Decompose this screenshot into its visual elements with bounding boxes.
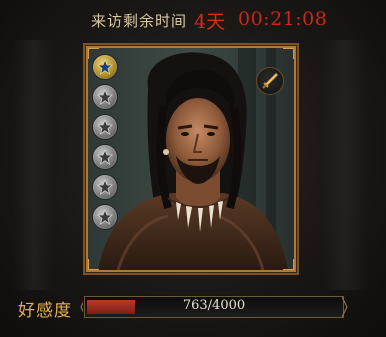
visit-timer-label: 来访剩余时间 [91, 12, 188, 30]
star-icon [93, 175, 117, 199]
bar-cap-right [342, 296, 348, 318]
background-pillar [14, 40, 54, 290]
visit-timer-days: 4天 [194, 11, 226, 33]
frame-corner [88, 259, 99, 270]
star-icon [93, 115, 117, 139]
affection-progress-text: 763/4000 [182, 298, 246, 313]
star-icon [93, 145, 117, 169]
affection-progress-bar: 763/4000 [84, 296, 344, 318]
frame-corner [283, 48, 294, 59]
visit-timer: 来访剩余时间 4天 00:21:08 [0, 6, 386, 33]
background-pillar [322, 40, 368, 290]
sword-icon[interactable] [257, 68, 283, 94]
star-icon [93, 55, 117, 79]
affection-label: 好感度 [18, 301, 72, 321]
frame-corner [283, 259, 294, 270]
star-icon [93, 205, 117, 229]
visit-timer-clock: 00:21:08 [238, 8, 328, 30]
star-icon [93, 85, 117, 109]
